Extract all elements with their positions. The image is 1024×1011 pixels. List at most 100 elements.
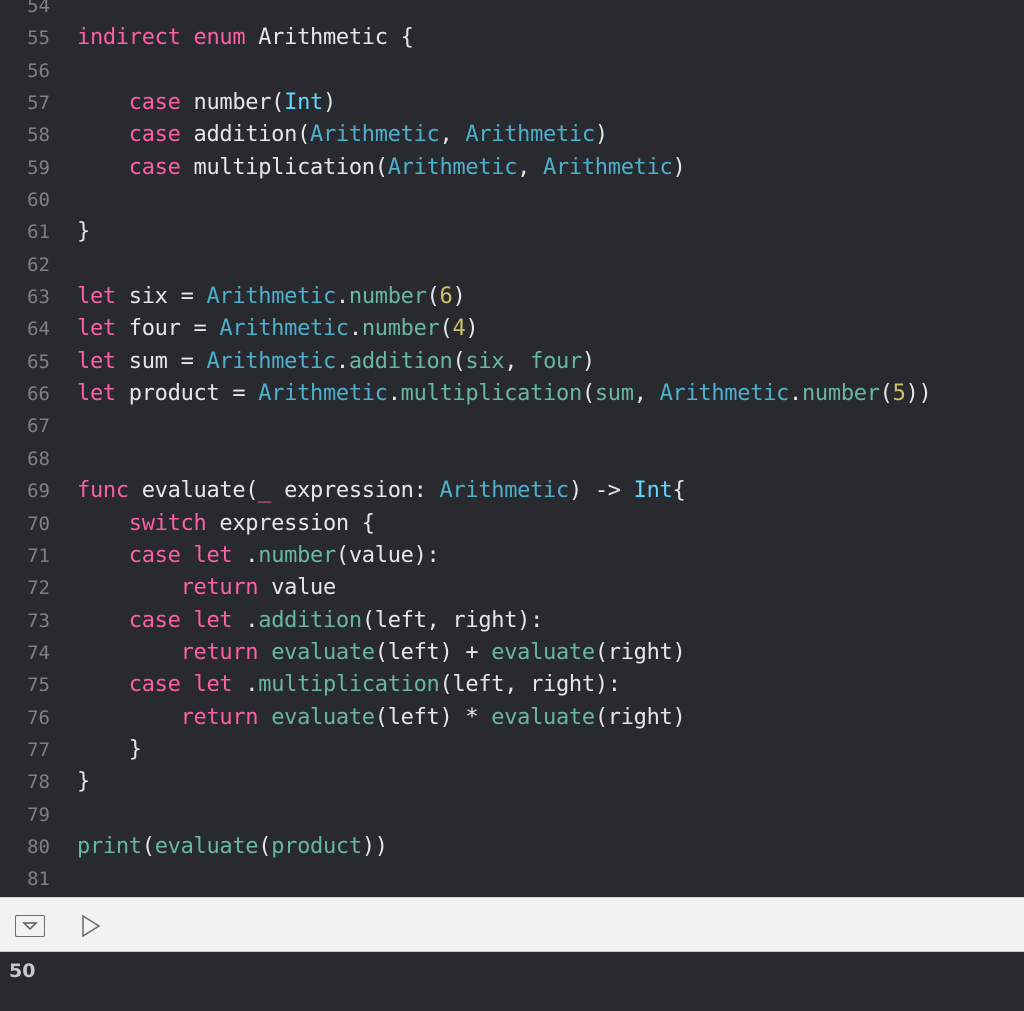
code-token: Arithmetic — [659, 381, 790, 407]
line-number: 72 — [27, 577, 50, 600]
line-number: 81 — [27, 868, 50, 891]
code-line: 70 switch expression { — [0, 508, 1024, 540]
code-token: ( — [426, 284, 440, 310]
code-token: let — [77, 316, 116, 342]
code-token: sum = — [115, 348, 207, 374]
code-token: multiplication( — [180, 154, 388, 180]
code-token: . — [387, 381, 401, 407]
code-token: number — [801, 381, 880, 407]
code-text: case number(Int) — [77, 87, 336, 119]
code-token: . — [232, 672, 259, 698]
code-token: sum — [594, 381, 634, 407]
code-text: switch expression { — [77, 508, 375, 540]
code-token: (value): — [335, 542, 440, 568]
code-line: 68 — [0, 443, 1024, 475]
code-text: } — [77, 734, 142, 766]
code-editor[interactable]: 54 55 indirect enum Arithmetic {56 57 case … — [0, 0, 1024, 897]
code-token: Arithmetic — [465, 122, 595, 148]
code-token: . — [335, 284, 349, 310]
code-token: (left) * — [374, 704, 492, 730]
code-token: four = — [115, 316, 220, 342]
code-token: multiplication — [258, 672, 440, 698]
code-token: let — [193, 672, 233, 698]
code-token: } — [77, 736, 142, 762]
code-token: case — [128, 90, 181, 116]
code-text: case let .number(value): — [77, 540, 440, 572]
code-token: evaluate — [154, 833, 259, 859]
code-line: 67 — [0, 410, 1024, 442]
code-line: 61} — [0, 216, 1024, 248]
code-token: product — [271, 833, 362, 859]
code-token: addition( — [180, 122, 311, 148]
code-token: let — [77, 284, 116, 310]
code-text: case multiplication(Arithmetic, Arithmet… — [77, 152, 686, 184]
code-text: func evaluate(_ expression: Arithmetic) … — [77, 475, 686, 507]
code-token: 4 — [452, 316, 466, 342]
code-line: 65 let sum = Arithmetic.addition(six, fou… — [0, 346, 1024, 378]
code-token: switch — [128, 510, 207, 536]
code-token: (right) — [594, 639, 686, 665]
code-token: number — [258, 542, 336, 568]
code-token: , — [504, 348, 531, 374]
code-token: . — [232, 607, 259, 633]
code-token: Arithmetic — [206, 284, 336, 310]
line-number: 80 — [27, 835, 50, 858]
code-token: func — [77, 478, 129, 504]
line-number: 68 — [27, 447, 50, 470]
console-area[interactable]: 50 — [0, 952, 1024, 1011]
code-line: 63 let six = Arithmetic.number(6) — [0, 281, 1024, 313]
code-line: 74 return evaluate(left) + evaluate(righ… — [0, 637, 1024, 669]
code-line: 73 case let .addition(left, right): — [0, 605, 1024, 637]
code-token: evaluate — [271, 639, 375, 665]
line-number: 69 — [27, 480, 50, 503]
line-number: 57 — [27, 92, 50, 115]
code-token: , — [633, 381, 660, 407]
code-token: ( — [452, 348, 466, 374]
code-token: (left, right): — [361, 607, 544, 633]
code-token: . — [348, 316, 362, 342]
code-text: } — [77, 766, 90, 798]
line-number: 70 — [27, 512, 50, 535]
code-token: print — [77, 833, 142, 859]
run-button[interactable] — [80, 914, 102, 938]
code-token: ( — [439, 316, 453, 342]
code-token: ) — [581, 348, 595, 374]
code-line: 54 — [0, 0, 1024, 22]
code-token: evaluate — [491, 704, 595, 730]
code-token: evaluate — [271, 704, 375, 730]
code-token: addition — [258, 607, 362, 633]
code-token: 5 — [892, 381, 906, 407]
code-token: Arithmetic — [206, 348, 336, 374]
code-token: number — [348, 284, 427, 310]
line-number: 73 — [27, 609, 50, 632]
code-token: return — [180, 704, 259, 730]
code-line: 59 case multiplication(Arithmetic, Arith… — [0, 152, 1024, 184]
code-line: 75 case let .multiplication(left, right)… — [0, 669, 1024, 701]
code-token: indirect — [77, 25, 181, 51]
toggle-console-button[interactable] — [15, 915, 45, 937]
code-token: ( — [581, 381, 595, 407]
code-token: Int — [284, 90, 323, 116]
code-token: case — [128, 122, 181, 148]
code-token: ) — [322, 90, 336, 116]
code-token: let — [193, 607, 233, 633]
line-number: 74 — [27, 641, 50, 664]
code-text: case let .addition(left, right): — [77, 605, 544, 637]
code-line: 69 func evaluate(_ expression: Arithmetic… — [0, 475, 1024, 507]
code-line: 66 let product = Arithmetic.multiplicatio… — [0, 378, 1024, 410]
code-token: Int — [633, 478, 673, 504]
code-token: let — [77, 381, 116, 407]
code-token: value — [258, 575, 336, 601]
code-line: 62 — [0, 249, 1024, 281]
code-token: addition — [348, 348, 453, 374]
